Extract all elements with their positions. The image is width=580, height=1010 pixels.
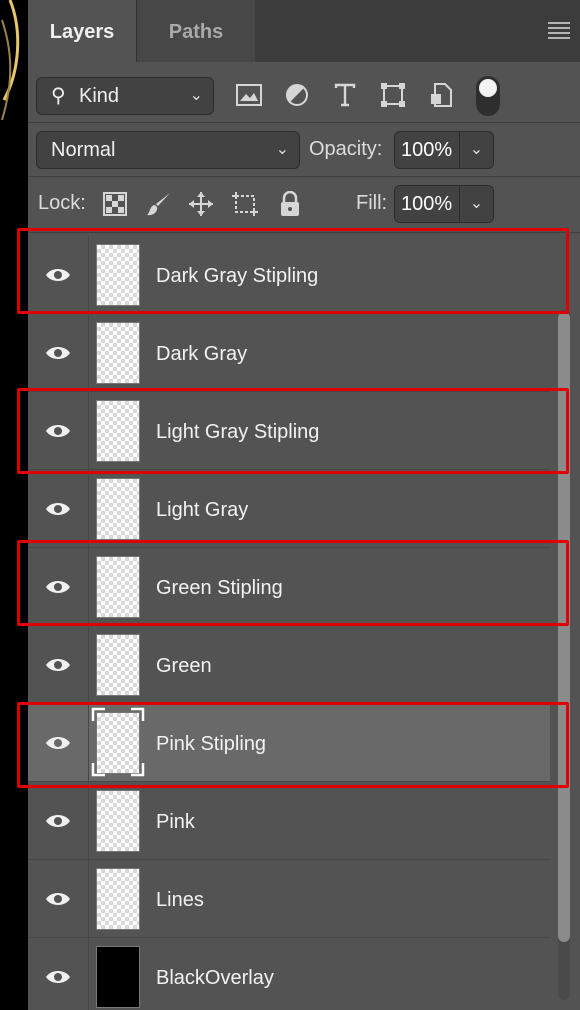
layer-row-green-stipling[interactable]: Green Stipling [28,548,550,626]
canvas-edge [0,0,28,1010]
layer-row-light-gray-stipling[interactable]: Light Gray Stipling [28,392,550,470]
fill-input[interactable]: 100% [394,185,460,223]
layer-thumbnail [96,868,140,930]
layer-row-pink[interactable]: Pink [28,782,550,860]
eye-icon[interactable] [45,813,71,829]
layer-name: Light Gray Stipling [156,421,320,443]
eye-icon[interactable] [45,657,71,673]
opacity-input[interactable]: 100% [394,131,460,169]
fill-label: Fill: [356,192,388,214]
image-filter-icon[interactable] [234,80,264,110]
layer-thumbnail [96,244,140,306]
lock-all-icon[interactable] [275,189,305,219]
type-filter-icon[interactable] [330,80,360,110]
search-icon: ⚲ [51,85,66,107]
layer-row-blackoverlay[interactable]: BlackOverlay [28,938,550,1010]
opacity-chevron-icon[interactable]: ⌄ [460,131,494,169]
layer-name: Dark Gray [156,343,248,365]
layer-row-dark-gray[interactable]: Dark Gray [28,314,550,392]
layer-thumbnail [96,478,140,540]
blend-mode-dropdown[interactable]: Normal ⌄ [36,131,300,169]
layer-name: Lines [156,889,204,911]
layer-name: Dark Gray Stipling [156,265,319,287]
eye-icon[interactable] [45,267,71,283]
lock-image-pixels-icon[interactable] [144,189,174,219]
layer-name: Green Stipling [156,577,283,599]
layers-list: Dark Gray Stipling Dark Gray Light Gray … [28,236,550,1010]
layer-row-light-gray[interactable]: Light Gray [28,470,550,548]
eye-icon[interactable] [45,735,71,751]
layers-panel: Layers Paths ⚲ Kind ⌄ Normal ⌄ Opacity: … [28,0,580,1010]
layer-thumbnail [96,556,140,618]
lock-label: Lock: [38,192,86,214]
shape-filter-icon[interactable] [378,80,408,110]
layer-thumbnail [96,322,140,384]
fill-chevron-icon[interactable]: ⌄ [460,185,494,223]
lock-artboard-icon[interactable] [230,189,260,219]
eye-icon[interactable] [45,423,71,439]
layer-name: Pink Stipling [156,733,267,755]
layer-name: Light Gray [156,499,249,521]
kind-filter-dropdown[interactable]: ⚲ Kind ⌄ [36,77,214,115]
kind-label: Kind [79,85,120,107]
layer-name: BlackOverlay [156,967,274,989]
tab-bar: Layers Paths [28,0,580,62]
layers-scrollbar[interactable] [554,236,576,1010]
opacity-label: Opacity: [309,138,383,160]
smart-object-filter-icon[interactable] [426,80,456,110]
layer-row-green[interactable]: Green [28,626,550,704]
tab-paths[interactable]: Paths [136,0,255,62]
layer-row-pink-stipling[interactable]: Pink Stipling [28,704,550,782]
adjustment-filter-icon[interactable] [282,80,312,110]
eye-icon[interactable] [45,345,71,361]
eye-icon[interactable] [45,891,71,907]
scroll-thumb[interactable] [558,312,570,942]
layer-row-dark-gray-stipling[interactable]: Dark Gray Stipling [28,236,550,314]
layer-name: Green [156,655,212,677]
chevron-down-icon: ⌄ [275,141,289,158]
eye-icon[interactable] [45,579,71,595]
lock-transparent-pixels-icon[interactable] [100,189,130,219]
layer-name: Pink [156,811,195,833]
panel-menu-icon[interactable] [548,22,570,39]
chevron-down-icon: ⌄ [189,87,203,104]
filter-toggle[interactable] [476,76,500,116]
layer-row-lines[interactable]: Lines [28,860,550,938]
selection-corners-icon [91,707,145,777]
layer-thumbnail [96,400,140,462]
eye-icon[interactable] [45,501,71,517]
layer-thumbnail [96,946,140,1008]
layer-thumbnail [96,634,140,696]
tab-layers[interactable]: Layers [28,0,136,62]
layer-thumbnail [96,790,140,852]
blend-mode-label: Normal [51,139,116,161]
lock-position-icon[interactable] [186,189,216,219]
eye-icon[interactable] [45,969,71,985]
